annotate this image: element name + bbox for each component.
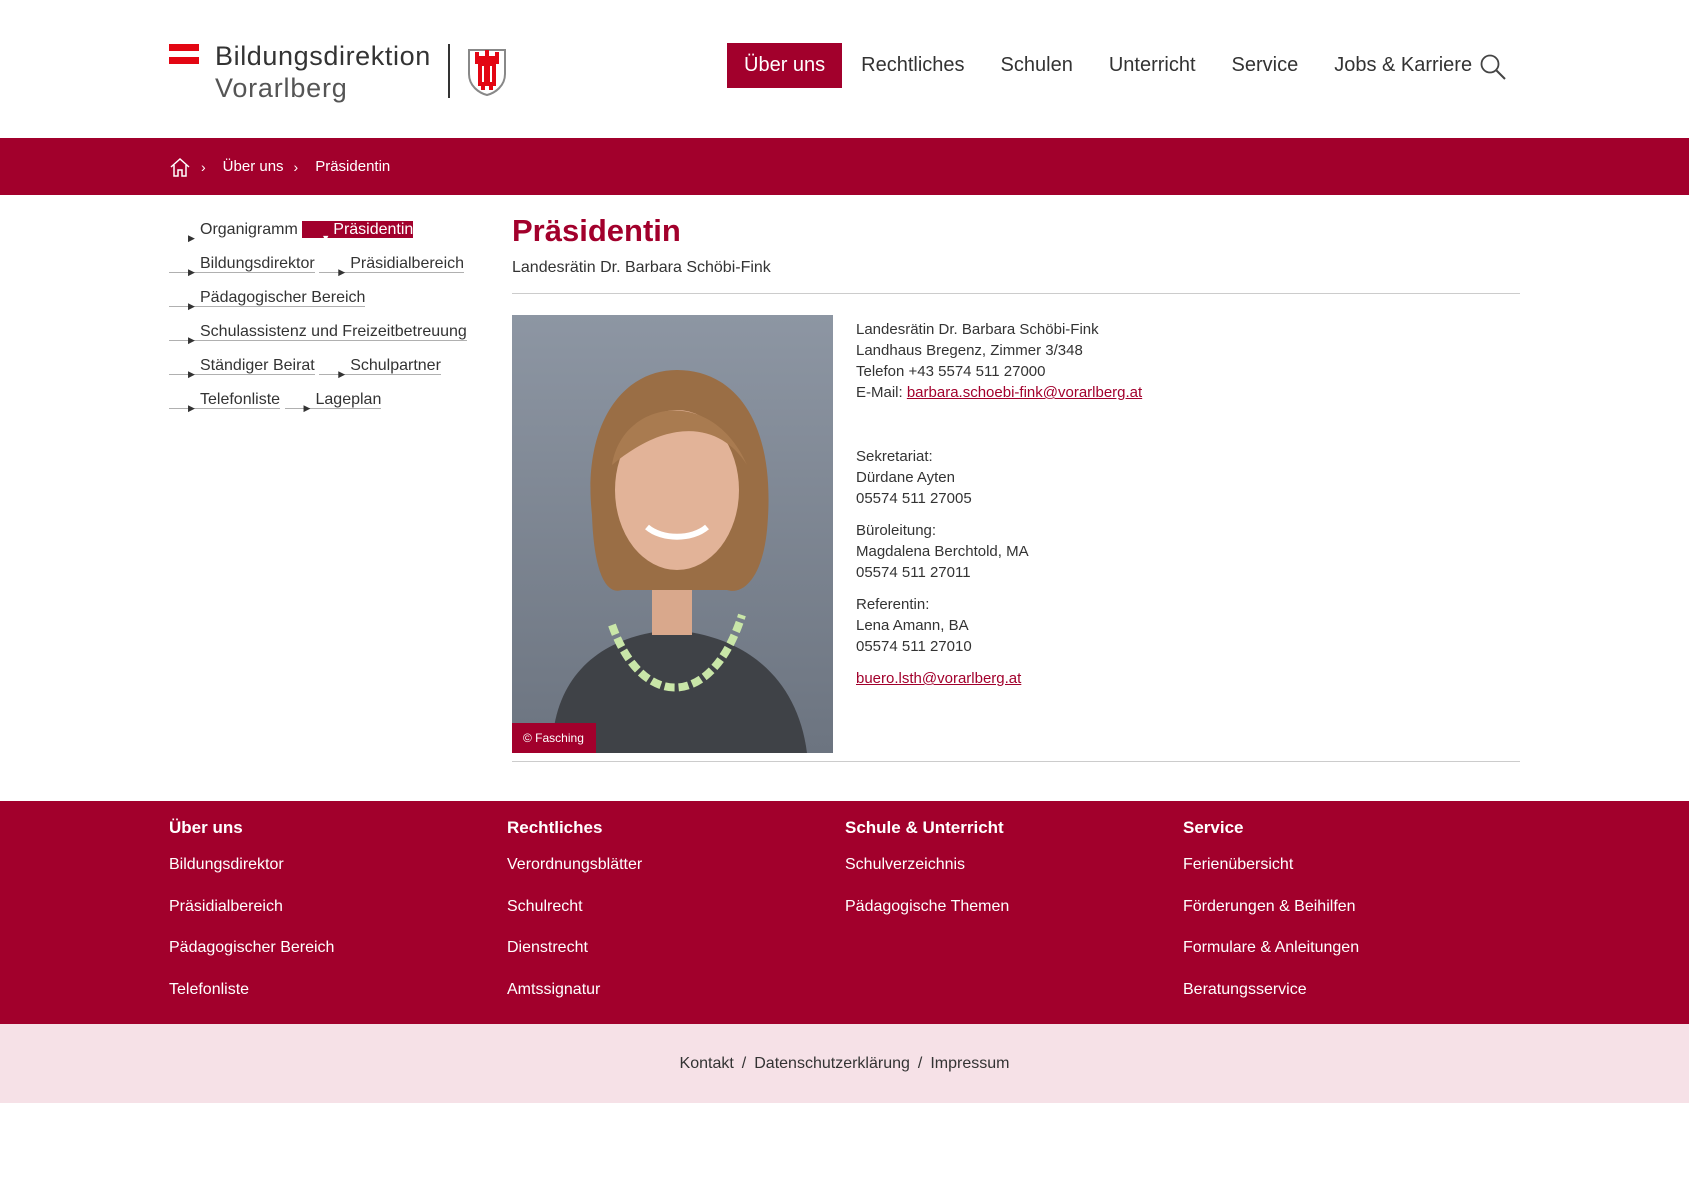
breadcrumb-current: Präsidentin <box>315 158 391 175</box>
sekretariat-phone: 05574 511 27005 <box>856 490 972 507</box>
austria-flag-icon <box>169 44 199 64</box>
breadcrumb: › Über uns › Präsidentin <box>0 138 1689 195</box>
sidebar-item-paedagogischer-bereich[interactable]: ▶ Pädagogischer Bereich <box>169 289 366 311</box>
footer-link[interactable]: Schulrecht <box>507 897 827 917</box>
sidebar-item-telefonliste[interactable]: ▶ Telefonliste <box>169 391 281 413</box>
triangle-right-icon: ▶ <box>303 403 311 413</box>
sidebar-item-schulassistenz[interactable]: ▶ Schulassistenz und Freizeitbetreuung <box>169 323 467 345</box>
sidebar-item-staendiger-beirat[interactable]: ▶ Ständiger Beirat <box>169 357 315 379</box>
footer-link[interactable]: Pädagogischer Bereich <box>169 938 489 958</box>
sidebar-item-organigramm[interactable]: ▶ Organigramm <box>169 221 298 243</box>
vorarlberg-crest-icon <box>467 49 506 96</box>
page-title: Präsidentin <box>512 213 681 248</box>
footer-column-rechtliches: Rechtliches Verordnungsblätter Schulrech… <box>507 815 827 1021</box>
footer-column-ueber-uns: Über uns Bildungsdirektor Präsidialberei… <box>169 815 489 1021</box>
triangle-right-icon: ▶ <box>188 267 195 277</box>
sidebar-item-praesidialbereich[interactable]: ▶ Präsidialbereich <box>319 255 465 277</box>
triangle-right-icon: ▶ <box>338 267 346 277</box>
triangle-down-icon: ▼ <box>321 233 331 243</box>
footer-heading: Service <box>1183 818 1244 837</box>
footer-link[interactable]: Pädagogische Themen <box>845 897 1165 917</box>
breadcrumb-ueber-uns[interactable]: Über uns <box>223 158 284 175</box>
contact-address: Landhaus Bregenz, Zimmer 3/348 <box>856 342 1083 359</box>
sidebar-item-schulpartner[interactable]: ▶ Schulpartner <box>319 357 441 379</box>
logo-divider <box>447 44 450 98</box>
contact-name: Landesrätin Dr. Barbara Schöbi-Fink <box>856 321 1099 338</box>
footer-link[interactable]: Präsidialbereich <box>169 897 489 917</box>
chevron-right-icon: › <box>201 158 206 175</box>
portrait-photo <box>512 315 833 753</box>
chevron-right-icon: › <box>293 158 299 175</box>
footer-link[interactable]: Verordnungsblätter <box>507 855 827 875</box>
triangle-right-icon: ▶ <box>188 369 195 379</box>
footer-link[interactable]: Bildungsdirektor <box>169 855 489 875</box>
triangle-right-icon: ▶ <box>188 335 195 345</box>
sidebar-item-bildungsdirektor[interactable]: ▶ Bildungsdirektor <box>169 255 315 277</box>
search-icon[interactable] <box>1479 53 1507 81</box>
home-icon[interactable] <box>169 156 191 178</box>
divider <box>512 761 1520 762</box>
triangle-right-icon: ▶ <box>188 301 195 311</box>
referentin-label: Referentin: <box>856 596 930 613</box>
triangle-right-icon: ▶ <box>338 369 346 379</box>
separator: / <box>917 1055 923 1072</box>
footer-link[interactable]: Amtssignatur <box>507 980 827 1000</box>
referentin-name: Lena Amann, BA <box>856 617 969 634</box>
footer-link[interactable]: Ferienübersicht <box>1183 855 1503 875</box>
office-email-link[interactable]: buero.lsth@vorarlberg.at <box>856 670 1021 687</box>
footer-link[interactable]: Beratungsservice <box>1183 980 1503 1000</box>
nav-ueber-uns[interactable]: Über uns <box>727 43 843 88</box>
main-area: ▶ Organigramm ▼ Präsidentin ▶ Bildungsdirek… <box>0 195 1689 801</box>
bueroleitung-label: Büroleitung: <box>856 522 937 539</box>
triangle-right-icon: ▶ <box>188 233 195 243</box>
footer-link[interactable]: Formulare & Anleitungen <box>1183 938 1503 958</box>
footer-bottom-bar: Kontakt / Datenschutzerklärung / Impressum <box>0 1024 1689 1103</box>
footer-link[interactable]: Förderungen & Beihilfen <box>1183 897 1503 917</box>
footer-link-kontakt[interactable]: Kontakt <box>680 1055 734 1072</box>
footer-link[interactable]: Dienstrecht <box>507 938 827 958</box>
footer-column-service: Service Ferienübersicht Förderungen & Be… <box>1183 815 1503 1021</box>
footer-link[interactable]: Telefonliste <box>169 980 489 1000</box>
nav-unterricht[interactable]: Unterricht <box>1092 43 1213 88</box>
site-header: Bildungsdirektion Vorarlberg Über uns Re… <box>0 0 1689 138</box>
footer-link-datenschutz[interactable]: Datenschutzerklärung <box>754 1055 910 1072</box>
separator: / <box>741 1055 747 1072</box>
contact-phone: Telefon +43 5574 511 27000 <box>856 363 1046 380</box>
footer-heading: Über uns <box>169 818 243 837</box>
nav-rechtliches[interactable]: Rechtliches <box>844 43 981 88</box>
logo-subtitle: Vorarlberg <box>215 73 348 103</box>
sekretariat-label: Sekretariat: <box>856 448 933 465</box>
footer-link[interactable]: Schulverzeichnis <box>845 855 1165 875</box>
referentin-phone: 05574 511 27010 <box>856 638 972 655</box>
sidebar-nav: ▶ Organigramm ▼ Präsidentin ▶ Bildungsdirek… <box>169 213 489 417</box>
footer-column-schule-unterricht: Schule & Unterricht Schulverzeichnis Päd… <box>845 815 1165 938</box>
bueroleitung-phone: 05574 511 27011 <box>856 564 971 581</box>
sidebar-item-praesidentin[interactable]: ▼ Präsidentin <box>302 221 414 243</box>
page-subtitle: Landesrätin Dr. Barbara Schöbi-Fink <box>512 259 771 276</box>
bueroleitung-name: Magdalena Berchtold, MA <box>856 543 1029 560</box>
photo-credit: © Fasching <box>523 731 584 745</box>
sekretariat-name: Dürdane Ayten <box>856 469 955 486</box>
divider <box>512 293 1520 294</box>
sidebar-item-lageplan[interactable]: ▶ Lageplan <box>284 391 382 413</box>
logo-title: Bildungsdirektion <box>215 41 431 71</box>
footer-heading: Rechtliches <box>507 818 603 837</box>
nav-schulen[interactable]: Schulen <box>984 43 1090 88</box>
footer-heading: Schule & Unterricht <box>845 818 1004 837</box>
content: Präsidentin Landesrätin Dr. Barbara Schö… <box>512 195 1520 762</box>
logo[interactable]: Bildungsdirektion Vorarlberg <box>169 40 507 104</box>
email-label: E-Mail: <box>856 384 903 401</box>
site-footer: Über uns Bildungsdirektor Präsidialberei… <box>0 801 1689 1024</box>
contact-info: Landesrätin Dr. Barbara Schöbi-Fink Land… <box>856 319 1476 689</box>
nav-jobs-karriere[interactable]: Jobs & Karriere <box>1317 43 1489 88</box>
footer-link-impressum[interactable]: Impressum <box>930 1055 1009 1072</box>
nav-service[interactable]: Service <box>1215 43 1316 88</box>
triangle-right-icon: ▶ <box>188 403 195 413</box>
main-nav: Über uns Rechtliches Schulen Unterricht … <box>727 43 1689 88</box>
email-link[interactable]: barbara.schoebi-fink@vorarlberg.at <box>907 384 1142 401</box>
